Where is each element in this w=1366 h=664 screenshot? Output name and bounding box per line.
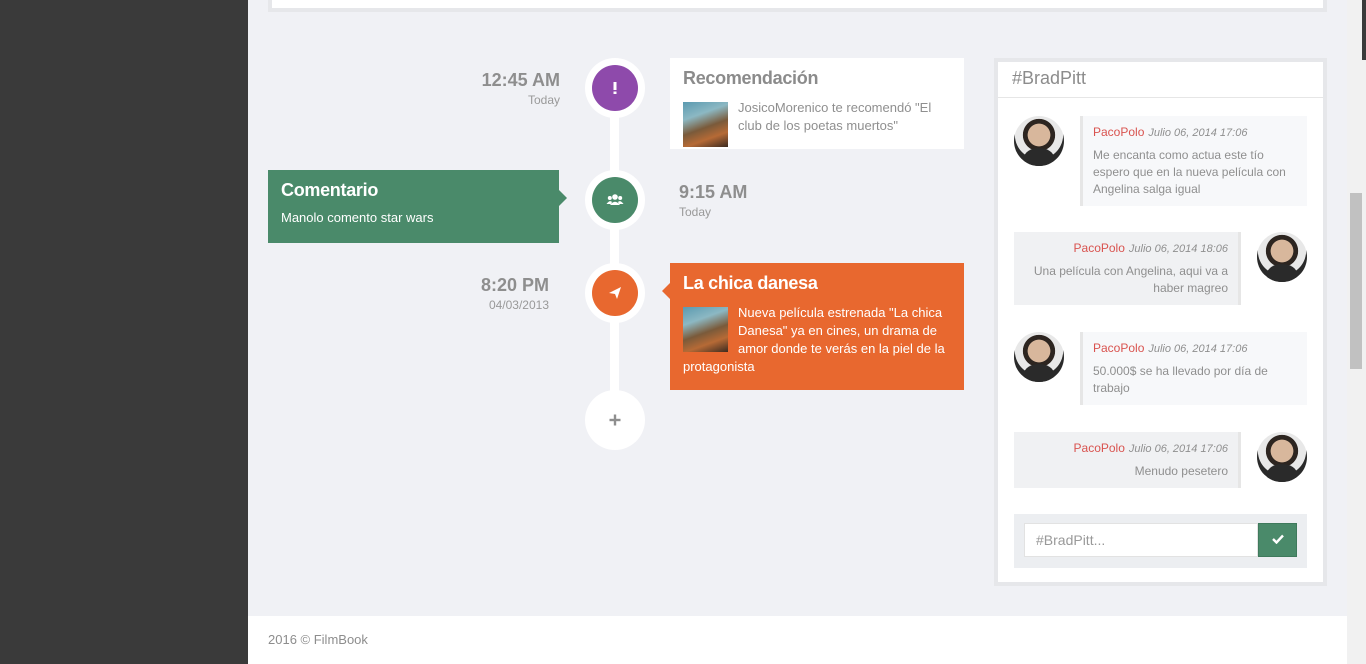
window-edge [1362, 0, 1366, 60]
message-author[interactable]: PacoPolo [1074, 241, 1125, 255]
timeline-time-3: 8:20 PM 04/03/2013 [349, 275, 549, 312]
timeline-line [610, 90, 619, 410]
message-date: Julio 06, 2014 17:06 [1148, 343, 1248, 355]
avatar [1014, 116, 1064, 166]
check-icon [1271, 531, 1284, 549]
card-text: JosicoMorenico te recomendó "El club de … [738, 100, 932, 133]
avatar [1014, 332, 1064, 382]
chat-message: PacoPolo Julio 06, 2014 17:06 Menudo pese… [1014, 432, 1307, 488]
card-text: Manolo comento star wars [281, 210, 434, 225]
top-panel [268, 0, 1327, 12]
avatar [1257, 232, 1307, 282]
message-text: Menudo pesetero [1134, 464, 1228, 478]
plus-icon [592, 397, 638, 443]
timeline-card-la-chica-danesa[interactable]: La chica danesa Nueva película estrenada… [662, 263, 964, 390]
chat-panel: #BradPitt PacoPolo Julio 06, 2014 17:06 M… [994, 58, 1327, 586]
card-arrow [662, 283, 670, 299]
timeline-time-1: 12:45 AM Today [360, 70, 560, 107]
message-bubble: PacoPolo Julio 06, 2014 17:06 Me encanta … [1080, 116, 1307, 206]
card-body: JosicoMorenico te recomendó "El club de … [683, 99, 951, 147]
message-text: 50.000$ se ha llevado por día de trabajo [1093, 364, 1268, 395]
chat-message: PacoPolo Julio 06, 2014 17:06 Me encanta … [1014, 116, 1307, 206]
footer-text: 2016 © FilmBook [268, 632, 368, 647]
card-arrow [559, 190, 567, 206]
scrollbar[interactable] [1347, 0, 1366, 664]
exclamation-icon [592, 65, 638, 111]
time-clock: 12:45 AM [481, 70, 560, 90]
send-icon [592, 270, 638, 316]
card-title: La chica danesa [683, 273, 818, 293]
message-bubble: PacoPolo Julio 06, 2014 18:06 Una películ… [1014, 232, 1241, 305]
card-title: Recomendación [683, 68, 819, 88]
timeline-time-2: 9:15 AM Today [679, 182, 879, 219]
message-author[interactable]: PacoPolo [1093, 341, 1144, 355]
message-text: Una película con Angelina, aqui va a hab… [1033, 264, 1228, 295]
timeline-card-recomendacion[interactable]: Recomendación JosicoMorenico te recomend… [670, 58, 964, 149]
timeline-node-2[interactable] [585, 170, 645, 230]
users-icon [592, 177, 638, 223]
chat-title: #BradPitt [998, 62, 1323, 98]
message-date: Julio 06, 2014 17:06 [1128, 443, 1228, 455]
chat-message: PacoPolo Julio 06, 2014 18:06 Una películ… [1014, 232, 1307, 305]
chat-form: #BradPitt... [1014, 514, 1307, 568]
avatar [1257, 432, 1307, 482]
message-date: Julio 06, 2014 17:06 [1148, 127, 1248, 139]
message-bubble: PacoPolo Julio 06, 2014 17:06 50.000$ se … [1080, 332, 1307, 405]
time-date: Today [679, 205, 712, 219]
time-date: Today [527, 93, 560, 107]
message-text: Me encanta como actua este tío espero qu… [1093, 148, 1286, 196]
sidebar [0, 0, 248, 664]
send-button[interactable] [1258, 523, 1297, 557]
timeline-node-1[interactable] [585, 58, 645, 118]
timeline-add-button[interactable] [585, 390, 645, 450]
card-title: Comentario [281, 180, 379, 200]
time-clock: 9:15 AM [679, 182, 748, 202]
footer: 2016 © FilmBook [248, 616, 1347, 664]
chat-input[interactable]: #BradPitt... [1024, 523, 1258, 557]
scrollbar-thumb[interactable] [1350, 193, 1362, 369]
timeline-card-comentario[interactable]: Comentario Manolo comento star wars [268, 170, 567, 243]
time-clock: 8:20 PM [480, 275, 549, 295]
message-author[interactable]: PacoPolo [1093, 125, 1144, 139]
card-body: Nueva película estrenada "La chica Danes… [683, 304, 951, 376]
movie-thumbnail [683, 307, 728, 352]
time-date: 04/03/2013 [488, 298, 549, 312]
timeline-node-3[interactable] [585, 263, 645, 323]
message-bubble: PacoPolo Julio 06, 2014 17:06 Menudo pese… [1014, 432, 1241, 488]
chat-message: PacoPolo Julio 06, 2014 17:06 50.000$ se … [1014, 332, 1307, 405]
message-date: Julio 06, 2014 18:06 [1128, 243, 1228, 255]
movie-thumbnail [683, 102, 728, 147]
message-author[interactable]: PacoPolo [1074, 441, 1125, 455]
